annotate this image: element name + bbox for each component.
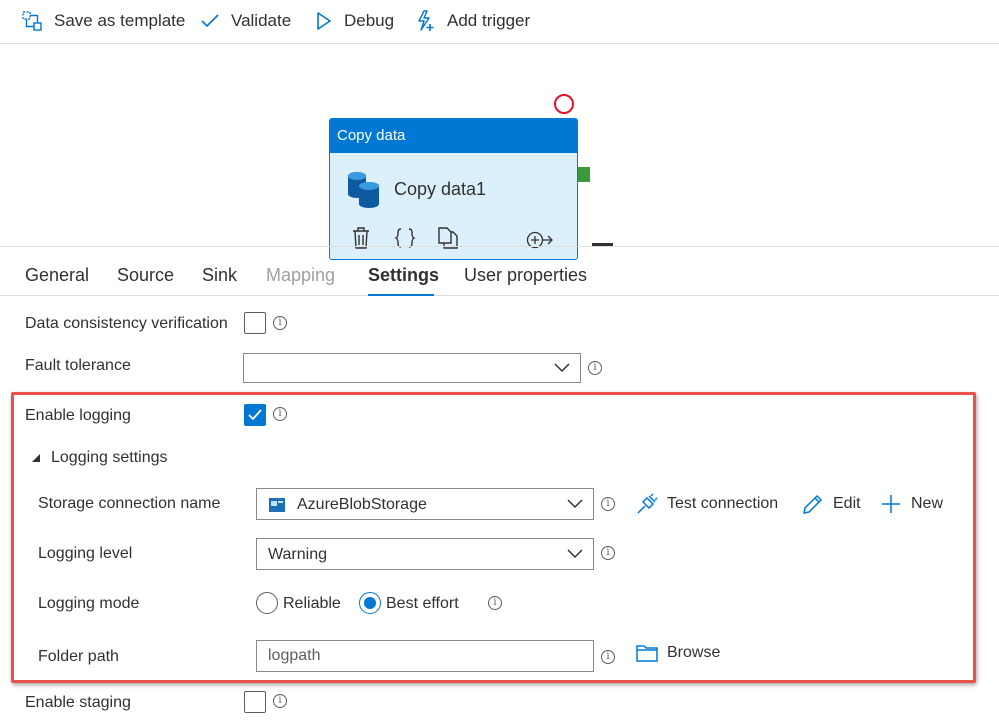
tab-source[interactable]: Source [117,265,174,286]
template-icon [22,11,42,31]
info-icon[interactable]: i [273,407,287,421]
logging-level-value: Warning [268,546,327,563]
test-connection-button[interactable]: Test connection [636,493,778,515]
edit-label: Edit [833,495,861,512]
pipeline-canvas[interactable]: Copy data Copy data1 [0,45,999,260]
folder-path-label: Folder path [38,648,119,665]
tab-settings[interactable]: Settings [368,265,439,286]
play-icon [317,12,331,30]
success-output-port[interactable] [578,167,590,182]
fault-tolerance-dropdown[interactable] [243,353,581,383]
new-button[interactable]: New [880,493,943,515]
plug-icon [637,493,658,514]
blob-storage-icon [269,498,285,512]
logging-settings-header[interactable]: Logging settings [51,449,168,467]
new-label: New [911,495,944,512]
activity-type-label: Copy data [330,119,577,153]
fault-tolerance-label: Fault tolerance [25,357,131,374]
database-icon [348,172,379,208]
add-trigger-label: Add trigger [447,11,531,30]
tab-mapping[interactable]: Mapping [266,265,335,286]
browse-label: Browse [667,644,721,661]
properties-tabs: General Source Sink Mapping Settings Use… [0,246,999,296]
best-effort-label[interactable]: Best effort [386,595,459,613]
data-consistency-label: Data consistency verification [25,315,228,332]
info-icon[interactable]: i [273,316,287,330]
browse-button[interactable]: Browse [636,644,720,662]
plus-icon [882,495,900,513]
tab-sink[interactable]: Sink [202,265,237,286]
pencil-icon [803,494,823,514]
data-consistency-checkbox[interactable] [244,312,266,334]
active-tab-indicator [368,294,434,296]
validate-label: Validate [231,11,292,30]
toolbar: Save as template Validate Debug Add trig… [0,0,999,44]
tab-user-properties[interactable]: User properties [464,265,587,286]
debug-button[interactable]: Debug [316,8,394,34]
info-icon[interactable]: i [601,546,615,560]
checkmark-icon [201,14,219,28]
debug-label: Debug [344,11,395,30]
chevron-down-icon [567,499,583,509]
storage-connection-dropdown[interactable]: AzureBlobStorage [256,488,594,520]
logging-mode-label: Logging mode [38,595,140,612]
folder-path-input[interactable] [256,640,594,672]
storage-connection-label: Storage connection name [38,495,221,512]
info-icon[interactable]: i [601,497,615,511]
test-connection-label: Test connection [667,495,779,512]
logging-level-dropdown[interactable]: Warning [256,538,594,570]
info-icon[interactable]: i [588,361,602,375]
chevron-down-icon [567,549,583,559]
activity-name: Copy data1 [394,179,487,199]
tab-general[interactable]: General [25,265,89,286]
enable-staging-checkbox[interactable] [244,691,266,713]
save-as-template-label: Save as template [54,11,186,30]
copy-data-activity[interactable]: Copy data Copy data1 [329,118,578,260]
checkmark-icon [248,409,262,421]
error-indicator-icon[interactable] [554,94,574,114]
caret-down-icon[interactable] [31,453,41,463]
folder-icon [636,645,658,662]
best-effort-radio[interactable] [359,592,381,614]
storage-connection-value: AzureBlobStorage [297,496,427,513]
save-as-template-button[interactable]: Save as template [22,8,185,34]
enable-logging-label: Enable logging [25,407,131,424]
logging-level-label: Logging level [38,545,133,562]
reliable-label[interactable]: Reliable [283,595,341,613]
add-trigger-button[interactable]: Add trigger [417,8,530,34]
edit-button[interactable]: Edit [802,493,861,515]
enable-logging-checkbox[interactable] [244,404,266,426]
chevron-down-icon [554,363,570,373]
info-icon[interactable]: i [273,694,287,708]
reliable-radio[interactable] [256,592,278,614]
info-icon[interactable]: i [488,596,502,610]
lightning-plus-icon [418,10,434,31]
validate-button[interactable]: Validate [201,8,291,34]
info-icon[interactable]: i [601,650,615,664]
enable-staging-label: Enable staging [25,694,131,711]
